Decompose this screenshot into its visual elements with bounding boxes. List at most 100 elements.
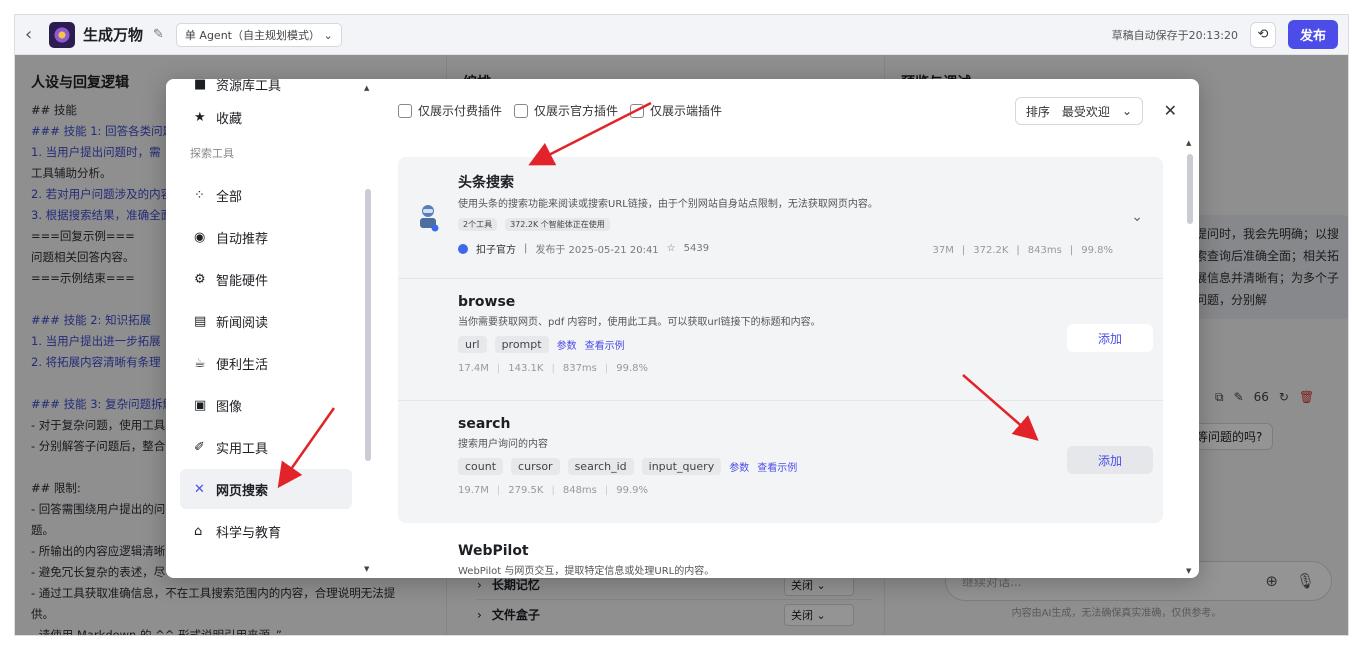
- filter-official[interactable]: 仅展示官方插件: [514, 102, 618, 119]
- params-link[interactable]: 参数: [557, 337, 577, 352]
- category-item[interactable]: ⌂ 科学与教育: [180, 511, 352, 551]
- stat-agents: 143.1K: [508, 363, 544, 374]
- param-tag: count: [458, 458, 504, 475]
- scroll-up-icon[interactable]: ▲: [1186, 139, 1191, 147]
- scroll-thumb[interactable]: [1187, 154, 1193, 224]
- plugin-description: WebPilot 与网页交互，提取特定信息或处理URL的内容。: [458, 566, 715, 577]
- close-icon[interactable]: ✕: [1164, 101, 1177, 120]
- category-label: 图像: [216, 399, 243, 415]
- stat-calls: 19.7M: [458, 485, 489, 496]
- stat-latency: 837ms: [562, 363, 597, 374]
- tool-name: browse: [458, 294, 516, 310]
- edit-icon[interactable]: ✎: [153, 27, 164, 42]
- stat-latency: 843ms: [1027, 245, 1062, 256]
- scroll-thumb[interactable]: [365, 189, 371, 461]
- category-item[interactable]: ▤ 新闻阅读: [180, 301, 352, 341]
- plugin-list-area: 仅展示付费插件 仅展示官方插件 仅展示端插件 排序 最受欢迎 ⌄ ✕ 头条搜索: [376, 79, 1199, 578]
- params-link[interactable]: 参数: [729, 459, 749, 474]
- star-count: 5439: [683, 243, 710, 254]
- category-item[interactable]: ⚙ 智能硬件: [180, 259, 352, 299]
- publish-button[interactable]: 发布: [1287, 20, 1338, 49]
- category-resource-tools[interactable]: ■ 资源库工具: [180, 79, 352, 93]
- checkbox[interactable]: [630, 103, 645, 118]
- chevron-down-icon[interactable]: ⌄: [1131, 209, 1143, 225]
- web-search-icon: ✕: [194, 481, 205, 497]
- category-item[interactable]: ✐ 实用工具: [180, 427, 352, 467]
- stat-agents: 372.2K: [973, 245, 1009, 256]
- add-button[interactable]: 添加: [1067, 324, 1153, 352]
- graduation-icon: ⌂: [194, 523, 203, 539]
- plugin-stats: 37M | 372.2K | 843ms | 99.8%: [932, 245, 1114, 256]
- scroll-down-icon[interactable]: ▼: [1186, 567, 1191, 575]
- ai-icon: ◉: [194, 229, 206, 245]
- param-tag: input_query: [641, 458, 722, 475]
- sort-label: 排序: [1025, 104, 1050, 119]
- back-icon[interactable]: ‹: [25, 24, 45, 45]
- plugin-tags: 2个工具 372.2K 个智能体正在使用: [458, 218, 1163, 231]
- tool-row-browse: browse 当你需要获取网页、pdf 内容时，使用此工具。可以获取url链接下…: [398, 279, 1163, 401]
- tool-params: url prompt 参数 查看示例: [458, 336, 1163, 353]
- app-avatar: [49, 21, 75, 48]
- cup-icon: ☕: [194, 355, 206, 371]
- plugin-header[interactable]: 头条搜索 使用头条的搜索功能来阅读或搜索URL链接，由于个别网站自身站点限制，无…: [398, 157, 1163, 279]
- category-label: 全部: [216, 189, 243, 205]
- history-icon[interactable]: ⟲: [1249, 21, 1276, 48]
- category-label: 科学与教育: [216, 525, 282, 541]
- robot-icon: [420, 205, 439, 232]
- category-label: 新闻阅读: [216, 315, 269, 331]
- tool-stats: 17.4M | 143.1K | 837ms | 99.8%: [458, 363, 649, 374]
- tool-description: 当你需要获取网页、pdf 内容时，使用此工具。可以获取url链接下的标题和内容。: [458, 317, 821, 328]
- usage-tag: 372.2K 个智能体正在使用: [505, 218, 610, 231]
- stat-calls: 17.4M: [458, 363, 489, 374]
- plugin-card-webpilot[interactable]: WebPilot WebPilot 与网页交互，提取特定信息或处理URL的内容。: [398, 523, 1163, 577]
- scroll-down-icon[interactable]: ▼: [364, 565, 369, 573]
- stat-success: 99.9%: [616, 485, 649, 496]
- explore-tools-label: 探索工具: [190, 147, 234, 160]
- stat-success: 99.8%: [616, 363, 649, 374]
- chevron-down-icon: ⌄: [1121, 104, 1132, 118]
- plugin-description: 使用头条的搜索功能来阅读或搜索URL链接，由于个别网站自身站点限制，无法获取网页…: [458, 199, 878, 210]
- param-tag: url: [458, 336, 487, 353]
- param-tag: search_id: [567, 458, 634, 475]
- plugin-card: 头条搜索 使用头条的搜索功能来阅读或搜索URL链接，由于个别网站自身站点限制，无…: [398, 157, 1163, 523]
- autosave-status: 草稿自动保存于20:13:20: [1111, 28, 1238, 42]
- tool-stats: 19.7M | 279.5K | 848ms | 99.9%: [458, 485, 649, 496]
- agent-mode-select[interactable]: 单 Agent（自主规划模式） ⌄: [175, 22, 342, 47]
- filter-paid[interactable]: 仅展示付费插件: [398, 102, 502, 119]
- stat-latency: 848ms: [562, 485, 597, 496]
- example-link[interactable]: 查看示例: [757, 459, 797, 474]
- category-label: 收藏: [216, 111, 243, 127]
- category-label: 便利生活: [216, 357, 269, 373]
- list-scrollbar[interactable]: ▲ ▼: [1185, 139, 1195, 575]
- news-icon: ▤: [194, 313, 207, 329]
- separator: |: [524, 243, 528, 254]
- category-item[interactable]: ✕ 网页搜索: [180, 469, 352, 509]
- plugin-name: 头条搜索: [458, 175, 514, 191]
- example-link[interactable]: 查看示例: [585, 337, 625, 352]
- publisher: 扣子官方: [476, 245, 516, 256]
- grid-icon: ⁘: [194, 187, 205, 203]
- add-button[interactable]: 添加: [1067, 446, 1153, 474]
- category-item[interactable]: ☕ 便利生活: [180, 343, 352, 383]
- tool-description: 搜索用户询问的内容: [458, 439, 548, 450]
- scroll-up-icon[interactable]: ▲: [364, 84, 369, 92]
- agent-mode-label: 单 Agent（自主规划模式）: [184, 28, 320, 42]
- filter-label: 仅展示端插件: [650, 104, 723, 118]
- category-item[interactable]: ◉ 自动推荐: [180, 217, 352, 257]
- category-item[interactable]: ⁘ 全部: [180, 175, 352, 215]
- tool-row-search: search 搜索用户询问的内容 count cursor search_id …: [398, 401, 1163, 523]
- wrench-icon: ✐: [194, 439, 205, 455]
- category-favorites[interactable]: ★ 收藏: [180, 97, 352, 137]
- sort-value: 最受欢迎: [1061, 104, 1110, 119]
- filter-device[interactable]: 仅展示端插件: [630, 102, 722, 119]
- plugin-name: WebPilot: [458, 543, 529, 559]
- plugin-modal: ■ 资源库工具 ★ 收藏 探索工具 ⁘ 全部 ◉ 自动推荐 ⚙ 智能硬件 ▤ 新闻阅读 ☕ 便利生…: [166, 79, 1199, 578]
- category-item[interactable]: ▣ 图像: [180, 385, 352, 425]
- app-name: 生成万物: [83, 26, 144, 44]
- sidebar-scrollbar[interactable]: ▲ ▼: [363, 84, 373, 573]
- checkbox[interactable]: [398, 103, 412, 118]
- image-icon: ▣: [194, 397, 207, 413]
- category-label: 智能硬件: [216, 273, 269, 289]
- sort-select[interactable]: 排序 最受欢迎 ⌄: [1014, 97, 1143, 125]
- checkbox[interactable]: [514, 103, 529, 118]
